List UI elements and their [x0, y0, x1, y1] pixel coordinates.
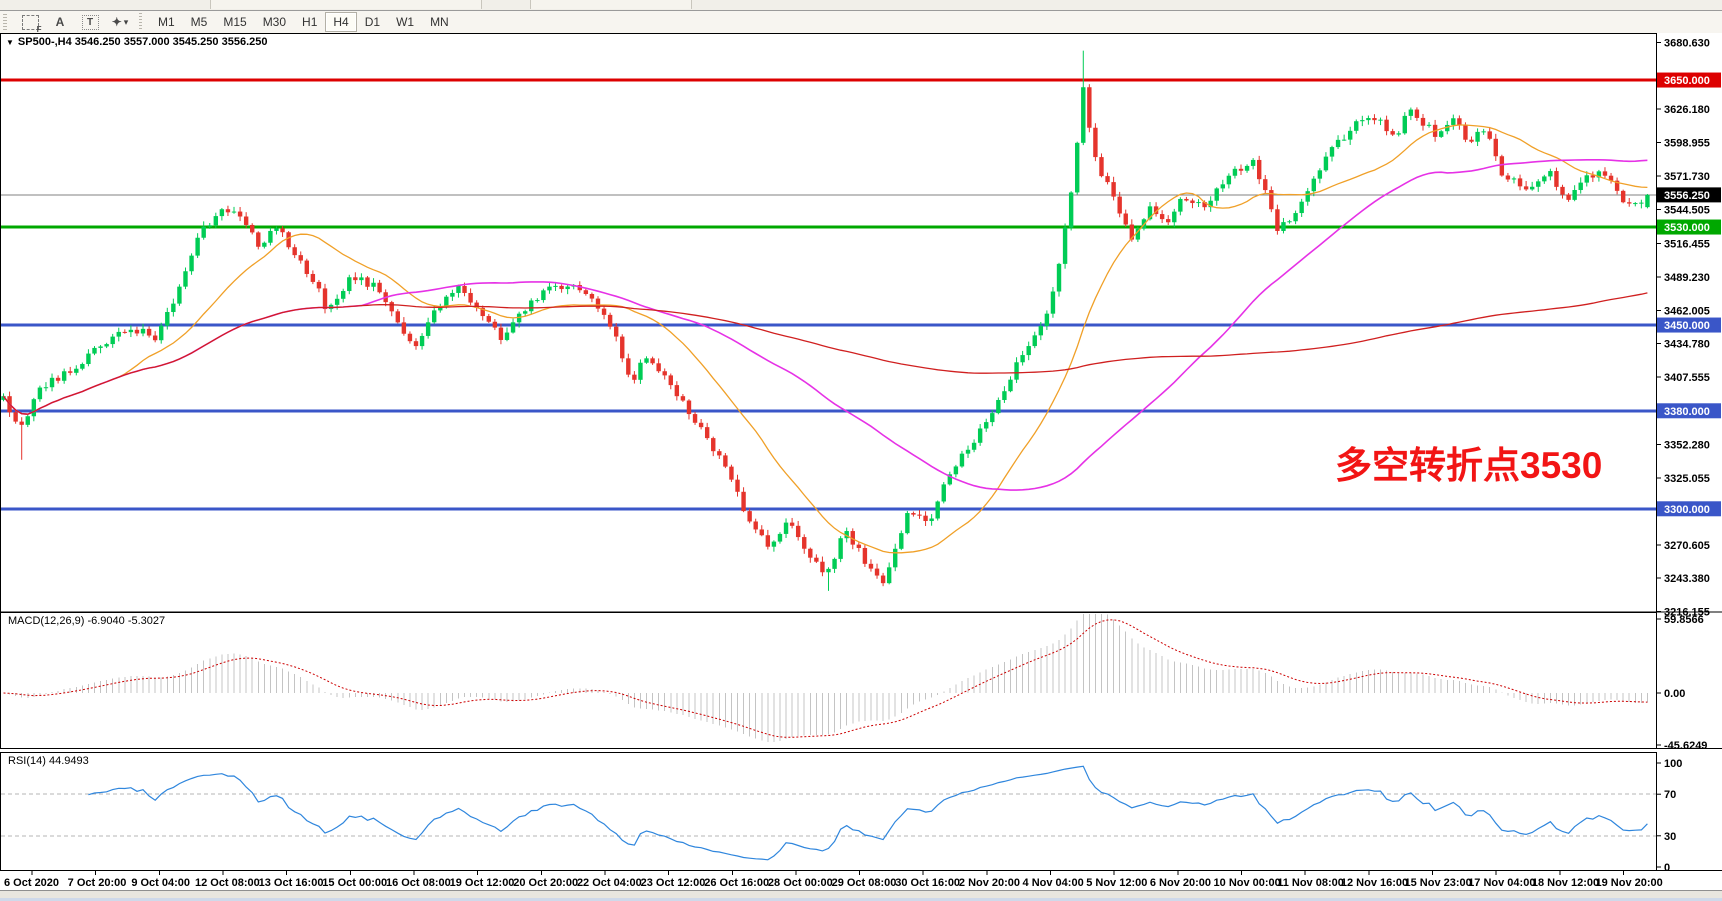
tf-button-m5[interactable]: M5 [183, 12, 216, 32]
rsi-indicator-label: RSI(14) 44.9493 [8, 755, 89, 767]
shapes-tool-button[interactable]: ✦ ▾ [108, 12, 132, 32]
chart-title[interactable]: ▼ SP500-,H4 3546.250 3557.000 3545.250 3… [6, 36, 267, 48]
svg-text:17 Nov 04:00: 17 Nov 04:00 [1468, 877, 1535, 889]
svg-text:19 Nov 20:00: 19 Nov 20:00 [1596, 877, 1663, 889]
svg-text:3516.455: 3516.455 [1664, 239, 1710, 251]
toolbar-fragment [530, 0, 692, 9]
svg-text:10 Nov 00:00: 10 Nov 00:00 [1214, 877, 1281, 889]
svg-text:2 Nov 20:00: 2 Nov 20:00 [959, 877, 1020, 889]
svg-text:3270.605: 3270.605 [1664, 540, 1710, 552]
svg-text:3434.780: 3434.780 [1664, 339, 1710, 351]
window-bottom-strip [0, 890, 1722, 901]
tf-button-d1[interactable]: D1 [357, 12, 388, 32]
svg-text:3680.630: 3680.630 [1664, 38, 1710, 50]
svg-text:9 Oct 04:00: 9 Oct 04:00 [131, 877, 190, 889]
macd-indicator-label: MACD(12,26,9) -6.9040 -5.3027 [8, 615, 165, 627]
svg-text:3462.005: 3462.005 [1664, 305, 1710, 317]
svg-text:0.00: 0.00 [1664, 688, 1685, 700]
toolbar-grip[interactable] [3, 14, 13, 30]
chart-annotation: 多空转折点3530 [1335, 435, 1602, 489]
svg-text:0: 0 [1664, 862, 1670, 874]
text-a-icon: A [56, 15, 65, 29]
svg-text:3407.555: 3407.555 [1664, 372, 1710, 384]
svg-text:16 Oct 08:00: 16 Oct 08:00 [386, 877, 451, 889]
svg-text:5 Nov 12:00: 5 Nov 12:00 [1086, 877, 1147, 889]
svg-text:22 Oct 04:00: 22 Oct 04:00 [577, 877, 642, 889]
tf-button-m15[interactable]: M15 [215, 12, 254, 32]
svg-text:29 Oct 08:00: 29 Oct 08:00 [832, 877, 897, 889]
tf-button-m30[interactable]: M30 [255, 12, 294, 32]
svg-text:3598.955: 3598.955 [1664, 138, 1710, 150]
svg-text:30: 30 [1664, 831, 1676, 843]
svg-text:3489.230: 3489.230 [1664, 272, 1710, 284]
svg-text:70: 70 [1664, 789, 1676, 801]
tf-button-w1[interactable]: W1 [388, 12, 422, 32]
label-tool-button[interactable]: T [78, 12, 102, 32]
text-label-icon: T [82, 15, 99, 30]
chart-title-text: SP500-,H4 3546.250 3557.000 3545.250 355… [18, 36, 268, 48]
svg-text:3571.730: 3571.730 [1664, 171, 1710, 183]
toolbar-fragment [210, 0, 482, 9]
svg-text:3380.000: 3380.000 [1664, 406, 1710, 418]
shapes-icon: ✦ [112, 15, 122, 29]
svg-text:3626.180: 3626.180 [1664, 104, 1710, 116]
clipped-toolbar-strip [0, 0, 1722, 11]
svg-text:13 Oct 16:00: 13 Oct 16:00 [259, 877, 324, 889]
toolbar-separator [139, 13, 146, 31]
fibonacci-tool-button[interactable]: F [18, 12, 42, 32]
svg-text:3352.280: 3352.280 [1664, 440, 1710, 452]
indicator-axis[interactable]: 59.8566 0.00 -45.6249 100 70 30 0 [1656, 614, 1707, 874]
svg-text:30 Oct 16:00: 30 Oct 16:00 [895, 877, 960, 889]
svg-text:3243.380: 3243.380 [1664, 573, 1710, 585]
mt4-window: { "toolbar": { "tools": [ {"name": "fibo… [0, 0, 1722, 900]
svg-text:3325.055: 3325.055 [1664, 473, 1710, 485]
svg-text:12 Nov 16:00: 12 Nov 16:00 [1341, 877, 1408, 889]
svg-text:3300.000: 3300.000 [1664, 504, 1710, 516]
tf-button-mn[interactable]: MN [422, 12, 457, 32]
svg-text:3556.250: 3556.250 [1664, 190, 1710, 202]
toolbar: F A T ✦ ▾ M1 M5 M15 M30 H1 H4 D1 W1 MN [0, 11, 1722, 34]
tf-button-h1[interactable]: H1 [294, 12, 325, 32]
time-axis[interactable]: 6 Oct 2020 7 Oct 20:00 9 Oct 04:00 12 Oct 0… [4, 871, 1663, 889]
svg-text:100: 100 [1664, 758, 1682, 770]
svg-text:19 Oct 12:00: 19 Oct 12:00 [450, 877, 515, 889]
svg-text:3544.505: 3544.505 [1664, 204, 1710, 216]
svg-text:-45.6249: -45.6249 [1664, 740, 1707, 752]
svg-text:3530.000: 3530.000 [1664, 222, 1710, 234]
chart-window: 3680.630 3626.180 3598.955 3571.730 3544.505… [0, 33, 1722, 900]
svg-text:59.8566: 59.8566 [1664, 614, 1704, 626]
svg-text:3450.000: 3450.000 [1664, 320, 1710, 332]
price-axis[interactable]: 3680.630 3626.180 3598.955 3571.730 3544.505… [1656, 38, 1721, 619]
svg-text:18 Nov 12:00: 18 Nov 12:00 [1532, 877, 1599, 889]
svg-text:4 Nov 04:00: 4 Nov 04:00 [1023, 877, 1084, 889]
svg-text:15 Oct 00:00: 15 Oct 00:00 [322, 877, 387, 889]
svg-text:26 Oct 16:00: 26 Oct 16:00 [704, 877, 769, 889]
svg-text:6 Oct 2020: 6 Oct 2020 [4, 877, 59, 889]
fibonacci-icon: F [22, 15, 39, 30]
svg-text:6 Nov 20:00: 6 Nov 20:00 [1150, 877, 1211, 889]
rsi-pane [1, 766, 1656, 860]
svg-text:3650.000: 3650.000 [1664, 75, 1710, 87]
svg-text:12 Oct 08:00: 12 Oct 08:00 [195, 877, 260, 889]
tf-button-h4[interactable]: H4 [325, 12, 356, 32]
tf-button-m1[interactable]: M1 [150, 12, 183, 32]
svg-text:28 Oct 00:00: 28 Oct 00:00 [768, 877, 833, 889]
svg-text:15 Nov 23:00: 15 Nov 23:00 [1405, 877, 1472, 889]
svg-text:11 Nov 08:00: 11 Nov 08:00 [1277, 877, 1344, 889]
svg-text:7 Oct 20:00: 7 Oct 20:00 [68, 877, 127, 889]
symbol-caret-icon: ▼ [6, 38, 14, 47]
text-tool-button[interactable]: A [48, 12, 72, 32]
svg-text:20 Oct 20:00: 20 Oct 20:00 [513, 877, 578, 889]
chevron-down-icon: ▾ [124, 17, 129, 28]
svg-text:23 Oct 12:00: 23 Oct 12:00 [641, 877, 706, 889]
macd-pane [4, 614, 1648, 742]
